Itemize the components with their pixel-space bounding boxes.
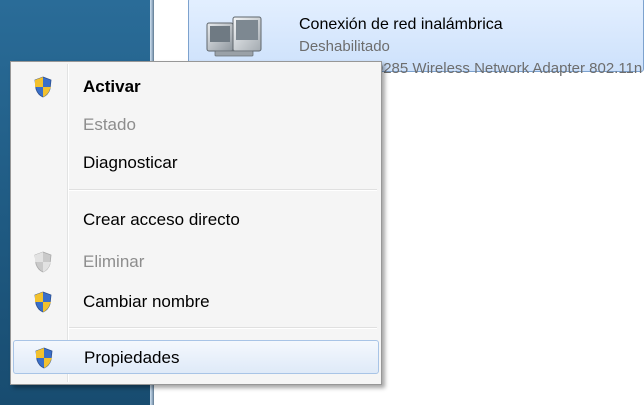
menu-item-label: Activar bbox=[83, 77, 141, 96]
menu-item-estado[interactable]: Estado bbox=[13, 108, 379, 142]
menu-item-label: Eliminar bbox=[83, 252, 145, 271]
uac-shield-icon bbox=[34, 76, 52, 98]
network-adapter-icon bbox=[206, 16, 262, 57]
menu-item-crear-acceso-directo[interactable]: Crear acceso directo bbox=[13, 203, 379, 237]
menu-item-label: Diagnosticar bbox=[83, 153, 178, 172]
explorer-window: Conexión de red inalámbrica Deshabilitad… bbox=[0, 0, 644, 405]
connection-name: Conexión de red inalámbrica bbox=[299, 16, 503, 33]
uac-shield-icon bbox=[34, 251, 52, 273]
menu-item-label: Propiedades bbox=[84, 348, 180, 367]
uac-shield-icon bbox=[34, 291, 52, 313]
menu-item-label: Estado bbox=[83, 115, 136, 134]
menu-item-label: Crear acceso directo bbox=[83, 210, 240, 229]
context-menu: Activar Estado Diagnosticar Crear acceso… bbox=[10, 61, 382, 385]
menu-separator bbox=[69, 327, 377, 329]
uac-shield-icon bbox=[35, 347, 53, 369]
menu-item-label: Cambiar nombre bbox=[83, 292, 210, 311]
menu-item-eliminar[interactable]: Eliminar bbox=[13, 245, 379, 279]
menu-item-diagnosticar[interactable]: Diagnosticar bbox=[13, 146, 379, 180]
menu-item-activar[interactable]: Activar bbox=[13, 70, 379, 104]
menu-item-cambiar-nombre[interactable]: Cambiar nombre bbox=[13, 285, 379, 319]
menu-separator bbox=[69, 189, 377, 191]
connection-status: Deshabilitado bbox=[299, 38, 390, 55]
menu-item-propiedades[interactable]: Propiedades bbox=[13, 340, 379, 374]
